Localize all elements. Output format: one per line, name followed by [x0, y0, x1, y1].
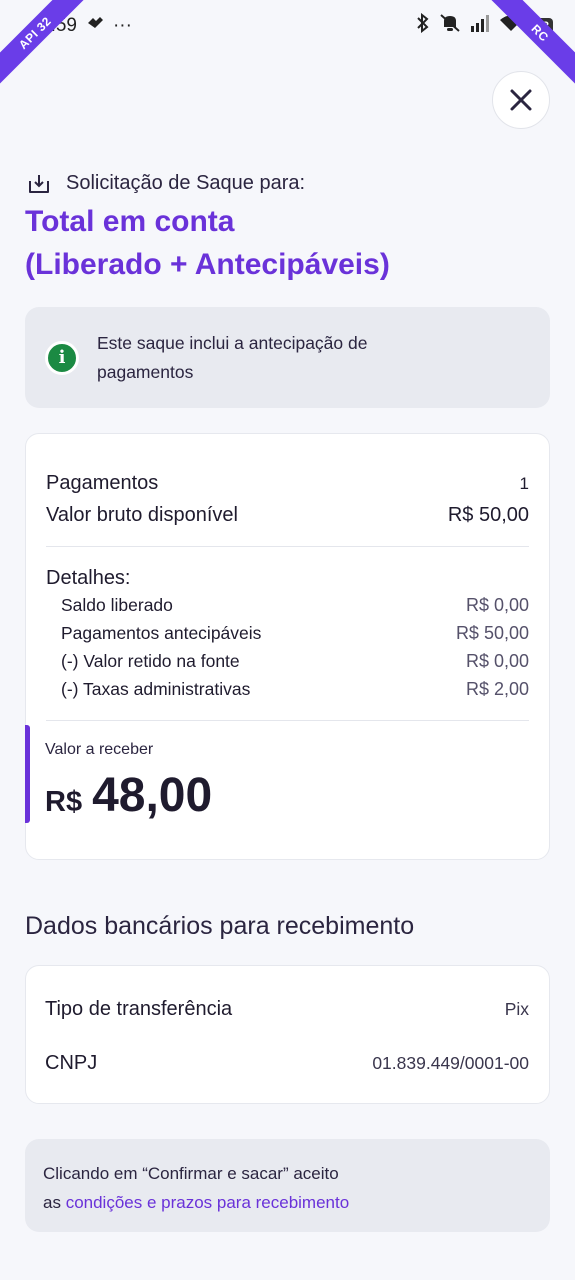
- detail-row: (-) Taxas administrativas R$ 2,00: [61, 679, 529, 700]
- receive-value: 48,00: [92, 769, 213, 822]
- transfer-type-value: Pix: [504, 999, 529, 1019]
- download-tray-icon: [29, 174, 49, 193]
- terms-link[interactable]: condições e prazos para recebimento: [66, 1193, 350, 1212]
- payments-row: Pagamentos 1: [46, 472, 529, 495]
- close-button[interactable]: [492, 71, 550, 129]
- terms-text: Clicando em “Confirmar e sacar” aceito: [43, 1164, 339, 1183]
- terms-text-as: as: [43, 1193, 66, 1212]
- detail-value: R$ 2,00: [465, 679, 529, 699]
- detail-label: Saldo liberado: [61, 595, 173, 615]
- detail-row: (-) Valor retido na fonte R$ 0,00: [61, 651, 529, 672]
- detail-label: (-) Taxas administrativas: [61, 679, 251, 699]
- receive-amount: R$ 48,00: [45, 768, 212, 823]
- terms-line2: as condições e prazos para recebimento: [43, 1188, 532, 1217]
- detail-value: R$ 0,00: [465, 651, 529, 671]
- detail-label: Pagamentos antecipáveis: [61, 623, 262, 643]
- receive-label: Valor a receber: [45, 741, 154, 758]
- info-text: Este saque inclui a antecipação de pagam…: [97, 329, 367, 387]
- detail-row: Saldo liberado R$ 0,00: [61, 595, 529, 616]
- receive-accent-bar: [25, 725, 30, 823]
- bank-data-card: Tipo de transferência Pix CNPJ 01.839.44…: [25, 965, 550, 1104]
- withdraw-heading: Solicitação de Saque para:: [26, 172, 305, 195]
- bluetooth-icon: [416, 12, 430, 39]
- payments-value: 1: [519, 474, 529, 493]
- receive-currency: R$: [45, 786, 83, 818]
- signal-icon: [470, 14, 490, 38]
- gross-row: Valor bruto disponível R$ 50,00: [46, 504, 529, 527]
- info-banner: i Este saque inclui a antecipação de pag…: [25, 307, 550, 408]
- page-title-line2: (Liberado + Antecipáveis): [25, 248, 390, 281]
- cnpj-value: 01.839.449/0001-00: [372, 1053, 529, 1073]
- close-icon: [510, 89, 532, 111]
- cnpj-row: CNPJ 01.839.449/0001-00: [45, 1052, 529, 1075]
- bank-section-title: Dados bancários para recebimento: [25, 912, 415, 940]
- withdraw-summary-card: Pagamentos 1 Valor bruto disponível R$ 5…: [25, 433, 550, 860]
- info-text-line1: Este saque inclui a antecipação de: [97, 332, 368, 353]
- gross-value: R$ 50,00: [447, 504, 529, 526]
- info-text-line2: pagamentos: [97, 361, 194, 382]
- app-notification-icon: [85, 15, 105, 37]
- divider: [46, 546, 529, 547]
- mute-icon: [439, 13, 461, 39]
- cnpj-label: CNPJ: [45, 1052, 98, 1074]
- detail-label: (-) Valor retido na fonte: [61, 651, 240, 671]
- more-notifications-icon: ···: [112, 15, 132, 36]
- detail-row: Pagamentos antecipáveis R$ 50,00: [61, 623, 529, 644]
- page-title: Total em conta (Liberado + Antecipáveis): [25, 200, 545, 286]
- payments-label: Pagamentos: [46, 472, 159, 494]
- terms-notice: Clicando em “Confirmar e sacar” aceito a…: [25, 1139, 550, 1232]
- withdraw-heading-label: Solicitação de Saque para:: [66, 172, 306, 194]
- transfer-type-row: Tipo de transferência Pix: [45, 998, 529, 1021]
- detail-value: R$ 0,00: [465, 595, 529, 615]
- status-bar: 9:59 ··· 68: [0, 0, 575, 52]
- page-title-line1: Total em conta: [25, 205, 235, 238]
- divider: [46, 720, 529, 721]
- info-icon: i: [45, 340, 79, 375]
- details-title: Detalhes:: [46, 567, 131, 589]
- detail-value: R$ 50,00: [455, 623, 529, 643]
- gross-label: Valor bruto disponível: [46, 504, 238, 526]
- transfer-type-label: Tipo de transferência: [45, 998, 233, 1020]
